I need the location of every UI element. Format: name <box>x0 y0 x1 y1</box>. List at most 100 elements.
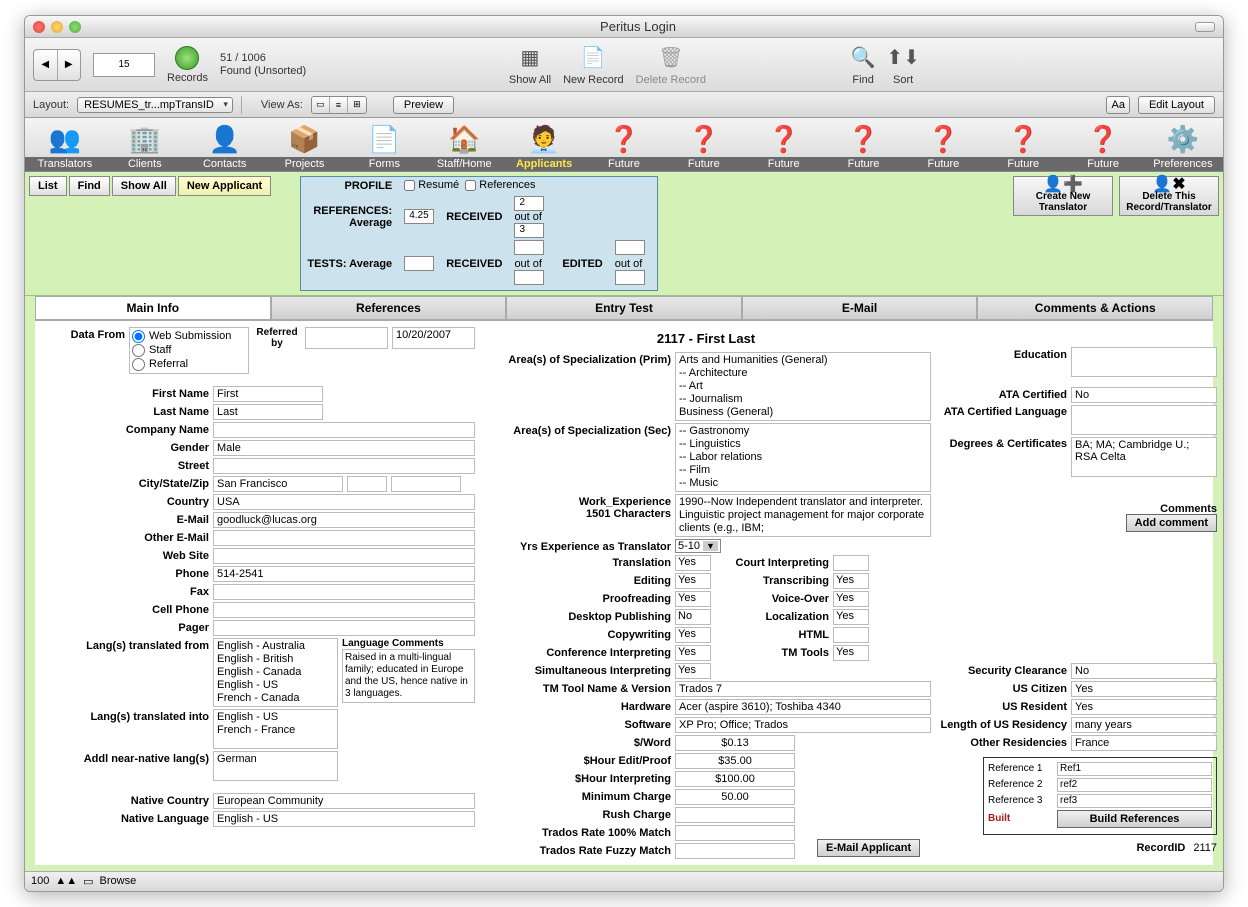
received1-outof-field[interactable]: 3 <box>514 223 544 238</box>
pager-field[interactable] <box>213 620 475 636</box>
us-citizen-field[interactable]: Yes <box>1071 681 1217 697</box>
referred-date-field[interactable]: 10/20/2007 <box>392 327 475 349</box>
tab-references[interactable]: References <box>271 296 507 320</box>
court-interp-field[interactable] <box>833 555 869 571</box>
find-button[interactable]: 🔍Find <box>849 44 877 86</box>
trados-fuzzy-field[interactable] <box>675 843 795 859</box>
nav-future-6[interactable]: ❓Future <box>983 121 1063 171</box>
zoom-triangle-icon[interactable]: ▲▲ <box>55 875 77 887</box>
native-country-field[interactable]: European Community <box>213 793 475 809</box>
ata-lang-field[interactable] <box>1071 405 1217 435</box>
localization-field[interactable]: Yes <box>833 609 869 625</box>
tab-main-info[interactable]: Main Info <box>35 296 271 320</box>
hr-interp-field[interactable]: $100.00 <box>675 771 795 787</box>
copywriting-field[interactable]: Yes <box>675 627 711 643</box>
ata-cert-field[interactable]: No <box>1071 387 1217 403</box>
create-new-translator-button[interactable]: 👤➕Create New Translator <box>1013 176 1113 216</box>
view-mode-segment[interactable]: ▭≡⊞ <box>311 96 367 114</box>
software-field[interactable]: XP Pro; Office; Trados <box>675 717 931 733</box>
sim-interp-field[interactable]: Yes <box>675 663 711 679</box>
resume-checkbox[interactable] <box>404 180 415 191</box>
trados-100-field[interactable] <box>675 825 795 841</box>
langs-into-field[interactable]: English - US French - France <box>213 709 338 749</box>
layout-select[interactable]: RESUMES_tr...mpTransID <box>77 97 233 113</box>
cell-field[interactable] <box>213 602 475 618</box>
close-icon[interactable] <box>33 21 45 33</box>
tab-email[interactable]: E-Mail <box>742 296 978 320</box>
min-charge-field[interactable]: 50.00 <box>675 789 795 805</box>
addl-lang-field[interactable]: German <box>213 751 338 781</box>
received2-outof-field[interactable] <box>514 270 544 285</box>
build-references-button[interactable]: Build References <box>1057 810 1212 828</box>
reference1-field[interactable]: Ref1 <box>1057 762 1212 776</box>
email-applicant-button[interactable]: E-Mail Applicant <box>817 839 920 857</box>
tm-tool-field[interactable]: Trados 7 <box>675 681 931 697</box>
nav-applicants[interactable]: 🧑‍💼Applicants <box>504 121 584 171</box>
gender-field[interactable]: Male <box>213 440 475 456</box>
proofreading-field[interactable]: Yes <box>675 591 711 607</box>
lang-comments-field[interactable]: Raised in a multi-lingual family; educat… <box>342 649 475 703</box>
nav-translators[interactable]: 👥Translators <box>25 121 105 171</box>
website-field[interactable] <box>213 548 475 564</box>
data-from-referral[interactable] <box>132 358 145 371</box>
len-residency-field[interactable]: many years <box>1071 717 1217 733</box>
tests-avg-field[interactable] <box>404 256 434 271</box>
phone-field[interactable]: 514-2541 <box>213 566 475 582</box>
nav-projects[interactable]: 📦Projects <box>265 121 345 171</box>
font-size-button[interactable]: Aa <box>1106 96 1129 114</box>
preview-button[interactable]: Preview <box>393 96 454 114</box>
zoom-value[interactable]: 100 <box>31 875 49 887</box>
transcribing-field[interactable]: Yes <box>833 573 869 589</box>
edited-outof-field[interactable] <box>615 270 645 285</box>
nav-staff-home[interactable]: 🏠Staff/Home <box>424 121 504 171</box>
received1-field[interactable]: 2 <box>514 196 544 211</box>
translation-field[interactable]: Yes <box>675 555 711 571</box>
email-field[interactable]: goodluck@lucas.org <box>213 512 475 528</box>
tab-comments-actions[interactable]: Comments & Actions <box>977 296 1213 320</box>
work-exp-field[interactable]: 1990--Now Independent translator and int… <box>675 494 931 537</box>
native-lang-field[interactable]: English - US <box>213 811 475 827</box>
record-slider[interactable]: 15 <box>93 53 155 77</box>
edited-field[interactable] <box>615 240 645 255</box>
country-field[interactable]: USA <box>213 494 475 510</box>
fax-field[interactable] <box>213 584 475 600</box>
data-from-web[interactable] <box>132 330 145 343</box>
new-record-button[interactable]: 📄New Record <box>563 44 624 86</box>
add-comment-button[interactable]: Add comment <box>1126 514 1217 532</box>
first-name-field[interactable]: First <box>213 386 323 402</box>
street-field[interactable] <box>213 458 475 474</box>
nav-future-1[interactable]: ❓Future <box>584 121 664 171</box>
editing-field[interactable]: Yes <box>675 573 711 589</box>
zoom-icon[interactable] <box>69 21 81 33</box>
delete-record-button[interactable]: 🗑Delete Record <box>636 44 706 86</box>
langs-from-field[interactable]: English - Australia English - British En… <box>213 638 338 707</box>
degrees-field[interactable]: BA; MA; Cambridge U.; RSA Celta <box>1071 437 1217 477</box>
tm-tools-field[interactable]: Yes <box>833 645 869 661</box>
nav-forms[interactable]: 📄Forms <box>344 121 424 171</box>
dtp-field[interactable]: No <box>675 609 711 625</box>
data-from-radio-group[interactable]: Web Submission Staff Referral <box>129 327 249 374</box>
per-word-field[interactable]: $0.13 <box>675 735 795 751</box>
window-proxy-icon[interactable] <box>1195 22 1215 32</box>
nav-future-4[interactable]: ❓Future <box>824 121 904 171</box>
yrs-experience-select[interactable]: 5-10▼ <box>675 539 721 553</box>
conf-interp-field[interactable]: Yes <box>675 645 711 661</box>
tab-entry-test[interactable]: Entry Test <box>506 296 742 320</box>
received2-field[interactable] <box>514 240 544 255</box>
rush-charge-field[interactable] <box>675 807 795 823</box>
sort-button[interactable]: ⬆⬇Sort <box>889 44 917 86</box>
spec-prim-field[interactable]: Arts and Humanities (General) -- Archite… <box>675 352 931 421</box>
data-from-staff[interactable] <box>132 344 145 357</box>
voiceover-field[interactable]: Yes <box>833 591 869 607</box>
company-field[interactable] <box>213 422 475 438</box>
education-field[interactable] <box>1071 347 1217 377</box>
other-email-field[interactable] <box>213 530 475 546</box>
nav-future-2[interactable]: ❓Future <box>664 121 744 171</box>
nav-preferences[interactable]: ⚙️Preferences <box>1143 121 1223 171</box>
new-applicant-button[interactable]: New Applicant <box>178 176 271 196</box>
last-name-field[interactable]: Last <box>213 404 323 420</box>
hr-edit-field[interactable]: $35.00 <box>675 753 795 769</box>
list-button[interactable]: List <box>29 176 67 196</box>
show-all-action-button[interactable]: Show All <box>112 176 176 196</box>
delete-record-translator-button[interactable]: 👤✖Delete This Record/Translator <box>1119 176 1219 216</box>
